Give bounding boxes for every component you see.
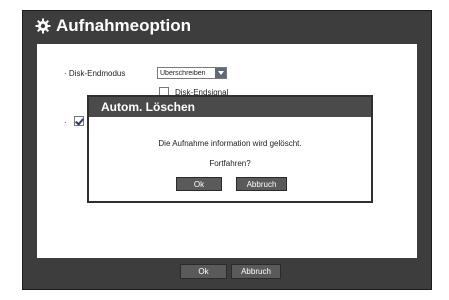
cancel-button[interactable]: Abbruch <box>231 264 281 279</box>
disk-end-mode-label: · Disk-Endmodus <box>64 69 126 78</box>
window-title: Aufnahmeoption <box>56 16 192 35</box>
dialog-ok-button[interactable]: Ok <box>176 177 222 191</box>
dialog-title: Autom. Löschen <box>89 97 371 117</box>
disk-end-mode-value: Überschreiben <box>160 69 206 77</box>
gear-icon <box>35 18 51 34</box>
dialog-message: Die Aufnahme information wird gelöscht. <box>158 139 302 148</box>
title-bar: Aufnahmeoption <box>23 11 431 43</box>
footer-bar <box>37 258 417 282</box>
dialog-question: Fortfahren? <box>209 159 251 168</box>
auto-delete-dialog: Autom. Löschen Die Aufnahme information … <box>87 95 373 203</box>
disk-end-mode-select[interactable]: Überschreiben <box>157 67 227 79</box>
auto-delete-checkbox[interactable] <box>74 116 84 126</box>
auto-delete-bullet: · <box>64 118 67 127</box>
ok-button[interactable]: Ok <box>180 264 227 279</box>
dialog-cancel-button[interactable]: Abbruch <box>236 177 287 191</box>
chevron-down-icon[interactable] <box>215 68 226 78</box>
